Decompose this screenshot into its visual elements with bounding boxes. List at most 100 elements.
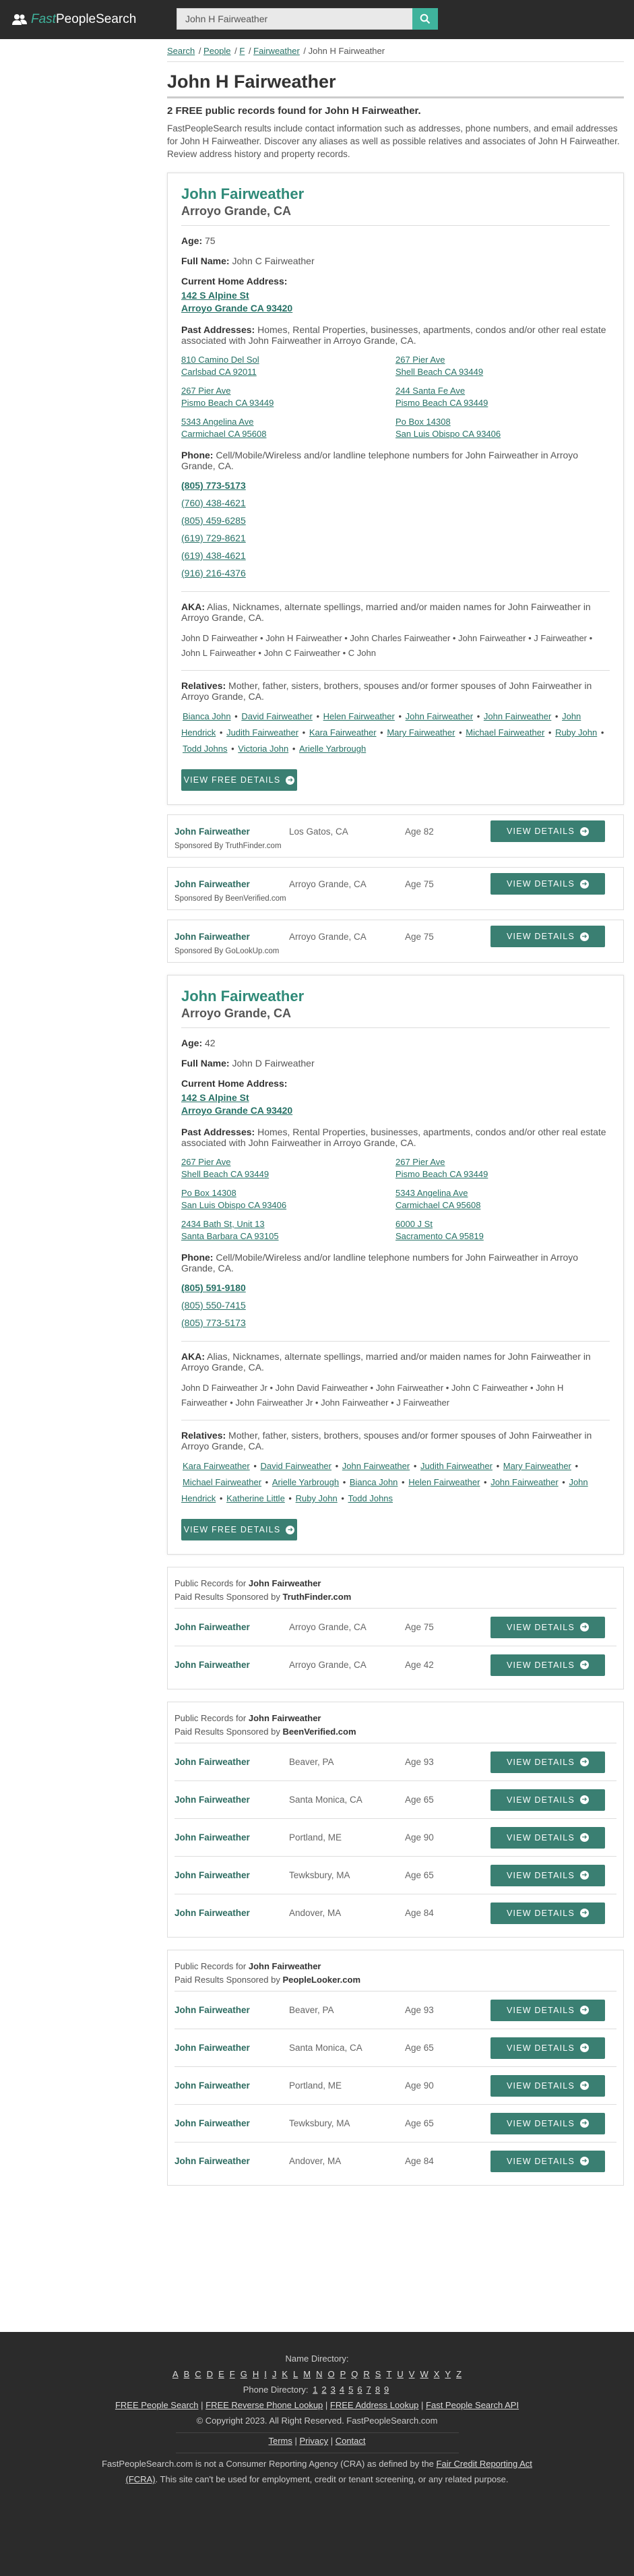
phone-link[interactable]: (916) 216-4376 <box>181 564 610 582</box>
phone-link[interactable]: (619) 729-8621 <box>181 529 610 547</box>
privacy-link[interactable]: Privacy <box>299 2436 328 2446</box>
letter-link[interactable]: D <box>207 2369 213 2379</box>
relative-link[interactable]: Helen Fairweather <box>323 711 395 721</box>
view-details-button[interactable]: VIEW DETAILS ➜ <box>490 2074 605 2097</box>
breadcrumb-search[interactable]: Search <box>167 46 195 56</box>
page-link[interactable]: 2 <box>321 2385 326 2395</box>
relative-link[interactable]: Michael Fairweather <box>183 1477 261 1487</box>
letter-link[interactable]: Q <box>351 2369 358 2379</box>
page-link[interactable]: 6 <box>357 2385 362 2395</box>
relative-link[interactable]: Helen Fairweather <box>408 1477 480 1487</box>
letter-link[interactable]: M <box>303 2369 311 2379</box>
phone-link[interactable]: (805) 459-6285 <box>181 512 610 529</box>
past-address-link[interactable]: 267 Pier Ave Shell Beach CA 93449 <box>395 354 610 378</box>
view-free-details-button[interactable]: VIEW FREE DETAILS ➜ <box>181 1519 297 1540</box>
footer-link[interactable]: Fast People Search API <box>426 2400 519 2410</box>
past-address-link[interactable]: 267 Pier Ave Pismo Beach CA 93449 <box>181 385 395 409</box>
relative-link[interactable]: Ruby John <box>555 727 597 738</box>
view-details-button[interactable]: VIEW DETAILS ➜ <box>490 1654 605 1676</box>
relative-link[interactable]: Todd Johns <box>183 744 228 754</box>
footer-link[interactable]: FREE Reverse Phone Lookup <box>205 2400 323 2410</box>
relative-link[interactable]: David Fairweather <box>261 1461 332 1471</box>
view-details-button[interactable]: VIEW DETAILS ➜ <box>490 2112 605 2134</box>
view-details-button[interactable]: VIEW DETAILS ➜ <box>490 2150 605 2172</box>
view-details-button[interactable]: VIEW DETAILS ➜ <box>490 820 605 842</box>
view-details-button[interactable]: VIEW DETAILS ➜ <box>490 1616 605 1638</box>
phone-link[interactable]: (619) 438-4621 <box>181 547 610 564</box>
letter-link[interactable]: B <box>184 2369 190 2379</box>
result-name[interactable]: John Fairweather <box>175 1795 289 1805</box>
sponsored-name[interactable]: John Fairweather <box>175 879 289 889</box>
past-address-link[interactable]: 244 Santa Fe Ave Pismo Beach CA 93449 <box>395 385 610 409</box>
page-link[interactable]: 3 <box>331 2385 336 2395</box>
result-name[interactable]: John Fairweather <box>175 1660 289 1670</box>
result-name[interactable]: John Fairweather <box>175 2080 289 2091</box>
past-address-link[interactable]: 267 Pier Ave Shell Beach CA 93449 <box>181 1156 395 1180</box>
phone-link[interactable]: (760) 438-4621 <box>181 494 610 512</box>
past-address-link[interactable]: 810 Camino Del Sol Carlsbad CA 92011 <box>181 354 395 378</box>
result-name[interactable]: John Fairweather <box>175 2156 289 2166</box>
page-link[interactable]: 5 <box>348 2385 353 2395</box>
letter-link[interactable]: G <box>241 2369 247 2379</box>
page-link[interactable]: 8 <box>375 2385 380 2395</box>
relative-link[interactable]: John Fairweather <box>342 1461 410 1471</box>
past-address-link[interactable]: Po Box 14308 San Luis Obispo CA 93406 <box>395 416 610 440</box>
result-name[interactable]: John Fairweather <box>175 1622 289 1632</box>
past-address-link[interactable]: 5343 Angelina Ave Carmichael CA 95608 <box>395 1187 610 1211</box>
result-name[interactable]: John Fairweather <box>175 1757 289 1767</box>
past-address-link[interactable]: 267 Pier Ave Pismo Beach CA 93449 <box>395 1156 610 1180</box>
letter-link[interactable]: V <box>409 2369 415 2379</box>
relative-link[interactable]: Mary Fairweather <box>387 727 455 738</box>
letter-link[interactable]: P <box>340 2369 346 2379</box>
view-details-button[interactable]: VIEW DETAILS ➜ <box>490 1826 605 1849</box>
relative-link[interactable]: Ruby John <box>296 1493 338 1503</box>
relative-link[interactable]: Kara Fairweather <box>183 1461 250 1471</box>
letter-link[interactable]: H <box>253 2369 259 2379</box>
letter-link[interactable]: Z <box>456 2369 462 2379</box>
view-free-details-button[interactable]: VIEW FREE DETAILS ➜ <box>181 769 297 791</box>
result-name[interactable]: John Fairweather <box>175 2043 289 2053</box>
result-name[interactable]: John Fairweather <box>175 1832 289 1843</box>
letter-link[interactable]: N <box>316 2369 322 2379</box>
view-details-button[interactable]: VIEW DETAILS ➜ <box>490 1864 605 1886</box>
past-address-link[interactable]: 2434 Bath St, Unit 13 Santa Barbara CA 93… <box>181 1218 395 1242</box>
letter-link[interactable]: U <box>397 2369 403 2379</box>
relative-link[interactable]: Bianca John <box>350 1477 398 1487</box>
relative-link[interactable]: John Fairweather <box>406 711 473 721</box>
letter-link[interactable]: J <box>272 2369 277 2379</box>
relative-link[interactable]: Victoria John <box>238 744 288 754</box>
result-name[interactable]: John Fairweather <box>175 2118 289 2128</box>
letter-link[interactable]: C <box>195 2369 201 2379</box>
search-button[interactable] <box>412 8 438 30</box>
page-link[interactable]: 7 <box>367 2385 371 2395</box>
view-details-button[interactable]: VIEW DETAILS ➜ <box>490 1999 605 2021</box>
sponsored-name[interactable]: John Fairweather <box>175 827 289 837</box>
view-details-button[interactable]: VIEW DETAILS ➜ <box>490 873 605 895</box>
relative-link[interactable]: Arielle Yarbrough <box>272 1477 339 1487</box>
letter-link[interactable]: Y <box>445 2369 451 2379</box>
page-link[interactable]: 1 <box>313 2385 317 2395</box>
relative-link[interactable]: Todd Johns <box>348 1493 393 1503</box>
relative-link[interactable]: Judith Fairweather <box>226 727 298 738</box>
relative-link[interactable]: Bianca John <box>183 711 231 721</box>
relative-link[interactable]: John Fairweather <box>490 1477 558 1487</box>
breadcrumb-surname[interactable]: Fairweather <box>253 46 300 56</box>
letter-link[interactable]: T <box>386 2369 391 2379</box>
phone-link[interactable]: (805) 550-7415 <box>181 1296 610 1314</box>
relative-link[interactable]: Mary Fairweather <box>503 1461 571 1471</box>
view-details-button[interactable]: VIEW DETAILS ➜ <box>490 1789 605 1811</box>
past-address-link[interactable]: 6000 J St Sacramento CA 95819 <box>395 1218 610 1242</box>
letter-link[interactable]: I <box>264 2369 267 2379</box>
page-link[interactable]: 9 <box>384 2385 389 2395</box>
person-name[interactable]: John Fairweather <box>181 185 610 203</box>
phone-link[interactable]: (805) 591-9180 <box>181 1279 610 1296</box>
breadcrumb-letter[interactable]: F <box>239 46 245 56</box>
current-address-link[interactable]: 142 S Alpine St Arroyo Grande CA 93420 <box>181 290 292 313</box>
past-address-link[interactable]: Po Box 14308 San Luis Obispo CA 93406 <box>181 1187 395 1211</box>
past-address-link[interactable]: 5343 Angelina Ave Carmichael CA 95608 <box>181 416 395 440</box>
view-details-button[interactable]: VIEW DETAILS ➜ <box>490 1902 605 1924</box>
letter-link[interactable]: W <box>420 2369 428 2379</box>
view-details-button[interactable]: VIEW DETAILS ➜ <box>490 1751 605 1773</box>
relative-link[interactable]: Judith Fairweather <box>420 1461 493 1471</box>
result-name[interactable]: John Fairweather <box>175 1908 289 1918</box>
